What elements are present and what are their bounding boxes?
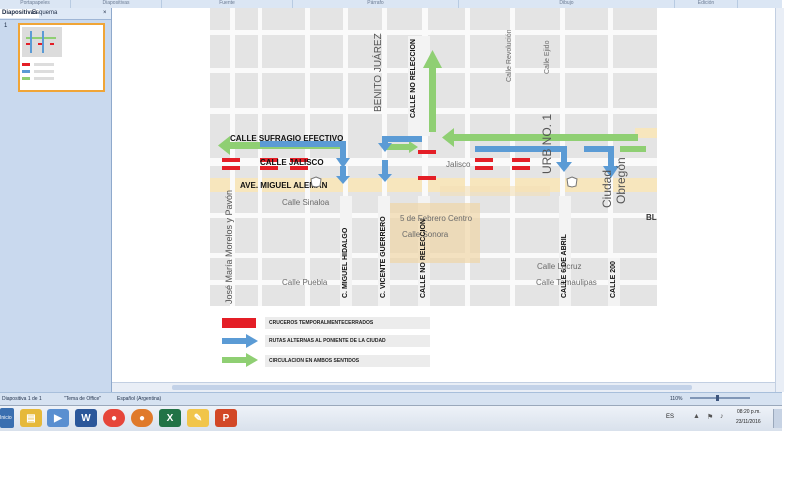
show-desktop-button[interactable] xyxy=(773,409,782,428)
file-explorer-icon[interactable]: ▤ xyxy=(20,409,42,427)
word-icon[interactable]: W xyxy=(75,409,97,427)
map-label-urbano: URB NO. 1 xyxy=(540,113,554,174)
label-6-de-abril: CALLE 6 DE ABRIL xyxy=(561,234,568,298)
map-label-sinaloa: Calle Sinaloa xyxy=(282,198,330,207)
closed-crossing xyxy=(418,176,436,180)
start-button[interactable]: Inicio xyxy=(0,408,14,428)
zoom-slider[interactable] xyxy=(690,397,750,399)
label-calle-200: CALLE 200 xyxy=(610,261,617,298)
zoom-level[interactable]: 110% xyxy=(670,393,682,405)
label-benito-juarez: BENITO JUÁREZ xyxy=(373,33,384,112)
label-no-reeleccion-bottom: CALLE NO RELECCION xyxy=(420,219,427,298)
paint-icon[interactable]: ✎ xyxy=(187,409,209,427)
clock-time[interactable]: 08:20 p.m. xyxy=(737,409,761,415)
slides-pane-tabs: Diapositivas Esquema × xyxy=(0,8,111,20)
ribbon-group-paragraph[interactable]: Párrafo xyxy=(293,0,459,8)
label-vicente-guerrero: C. VICENTE GUERRERO xyxy=(380,216,387,298)
slide-counter: Diapositiva 1 de 1 xyxy=(2,396,42,402)
map-label-ciudad: Ciudad xyxy=(600,169,614,208)
flag-icon[interactable]: ⚑ xyxy=(707,413,713,421)
map-label-obregon: Obregón xyxy=(614,157,628,204)
legend-green-arrow-icon xyxy=(222,353,258,367)
ribbon-group-clipboard[interactable]: Portapapeles xyxy=(0,0,71,8)
legend-alternate-label: RUTAS ALTERNAS AL PONIENTE DE LA CIUDAD xyxy=(265,335,430,347)
map-label-ejido: Calle Ejido xyxy=(544,40,551,74)
route-arrows xyxy=(218,50,646,184)
legend-closed-label: CRUCEROS TEMPORALMENTECERRADOS xyxy=(265,317,430,329)
closed-crossing xyxy=(475,166,493,170)
ribbon-group-drawing[interactable]: Dibujo xyxy=(459,0,675,8)
ribbon-group-slides[interactable]: Diapositivas xyxy=(71,0,162,8)
highway-shield-icon xyxy=(310,176,322,188)
label-no-reeleccion-top: CALLE NO RELECCION xyxy=(410,39,417,118)
closed-crossing xyxy=(222,166,240,170)
legend-both-ways-label: CIRCULACION EN AMBOS SENTIDOS xyxy=(265,355,430,367)
ribbon-group-font[interactable]: Fuente xyxy=(162,0,293,8)
input-language[interactable]: ES xyxy=(666,414,674,420)
label-miguel-hidalgo: C. MIGUEL HIDALGO xyxy=(342,227,349,298)
tab-outline[interactable]: Esquema xyxy=(30,9,59,18)
status-bar: Diapositiva 1 de 1 "Tema de Office" Espa… xyxy=(0,392,782,406)
label-sufragio: CALLE SUFRAGIO EFECTIVO xyxy=(230,134,344,143)
ribbon-group-editing[interactable]: Edición xyxy=(675,0,738,8)
powerpoint-icon[interactable]: P xyxy=(215,409,237,427)
theme-name: "Tema de Office" xyxy=(64,396,102,402)
closed-crossing xyxy=(418,150,436,154)
legend-blue-arrow-icon xyxy=(222,334,258,348)
volume-icon[interactable]: ♪ xyxy=(720,413,724,420)
label-jose-maria-morelos: José María Morelos y Pavón xyxy=(224,189,234,304)
map-label-bl: BL xyxy=(646,213,657,222)
slide-thumbnail[interactable] xyxy=(18,23,105,92)
chrome-icon[interactable]: ● xyxy=(103,409,125,427)
map-label-revolucion: Calle Revolución xyxy=(506,29,513,82)
map-label-jalisco: Jalisco xyxy=(446,160,471,169)
closed-crossing xyxy=(475,158,493,162)
language-status[interactable]: Español (Argentina) xyxy=(117,393,161,405)
map-label-puebla: Calle Puebla xyxy=(282,278,328,287)
closed-crossing xyxy=(512,158,530,162)
vertical-scrollbar[interactable] xyxy=(775,8,784,392)
street-map[interactable]: Jalisco Calle Sinaloa 5 de Febrero Centr… xyxy=(210,8,657,306)
slides-pane: Diapositivas Esquema × 1 xyxy=(0,8,112,392)
excel-icon[interactable]: X xyxy=(159,409,181,427)
map-label-febrero: 5 de Febrero Centro xyxy=(400,214,473,223)
slide-thumbnail-preview xyxy=(22,27,62,80)
network-icon[interactable]: ▲ xyxy=(693,413,700,420)
firefox-icon[interactable]: ● xyxy=(131,409,153,427)
map-label-lacruz: Calle Lacruz xyxy=(537,262,582,271)
taskbar: Inicio ▤ ▶ W ● ● X ✎ P ES ▲ ⚑ ♪ 08:20 p.… xyxy=(0,405,782,431)
media-player-icon[interactable]: ▶ xyxy=(47,409,69,427)
slide-thumbnail-number: 1 xyxy=(4,23,8,29)
close-icon[interactable]: × xyxy=(101,9,109,18)
clock-date[interactable]: 23/11/2016 xyxy=(736,419,761,425)
scrollbar-thumb[interactable] xyxy=(172,385,692,390)
legend-red-swatch xyxy=(222,318,256,328)
label-jalisco: CALLE JALISCO xyxy=(260,158,324,167)
zoom-slider-handle[interactable] xyxy=(716,395,719,401)
closed-crossing xyxy=(512,166,530,170)
highway-shield-icon xyxy=(566,176,578,188)
closed-crossing xyxy=(222,158,240,162)
horizontal-scrollbar[interactable] xyxy=(112,382,775,392)
